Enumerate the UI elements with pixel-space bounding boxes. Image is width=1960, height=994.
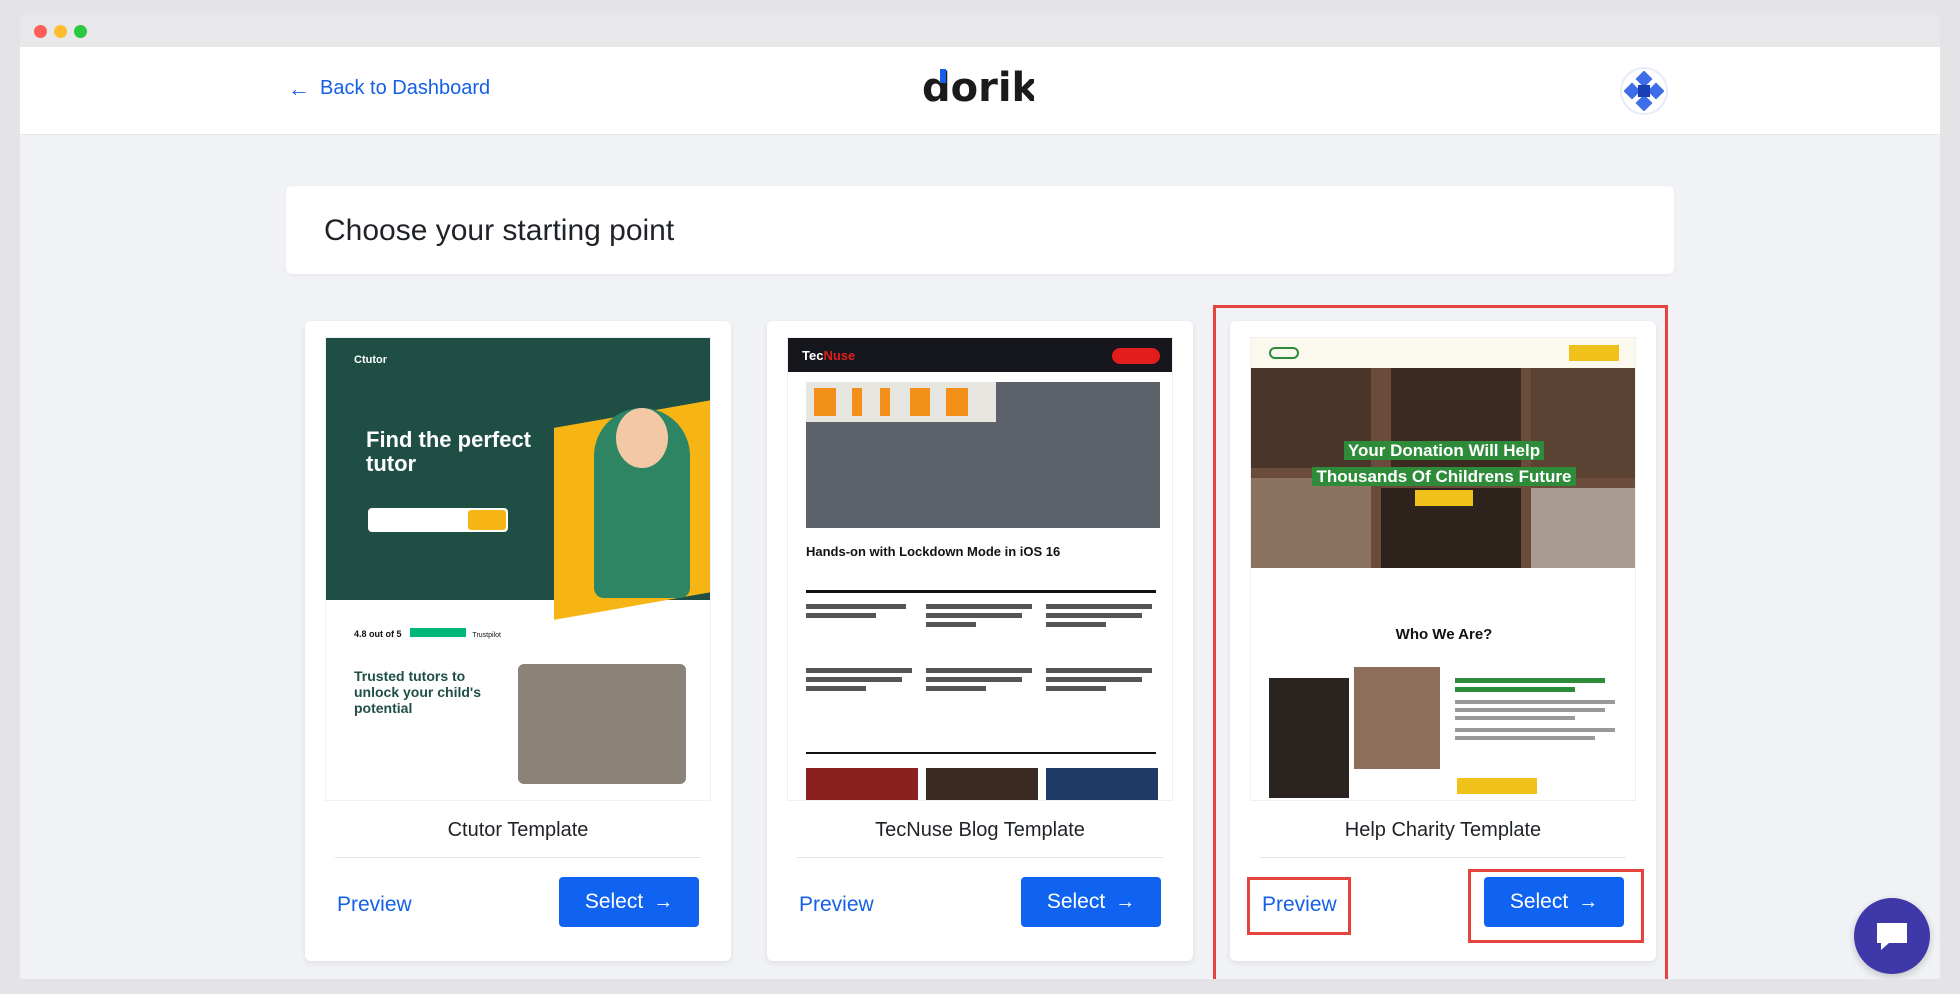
tecnuse-logo: TecNuse	[802, 348, 856, 363]
close-window-dot[interactable]	[34, 25, 47, 38]
arrow-right-icon: →	[653, 890, 674, 913]
card-divider	[1260, 857, 1626, 858]
page-title: Choose your starting point	[324, 214, 675, 247]
template-name: Help Charity Template	[1344, 819, 1542, 841]
ctutor-rating-text: 4.8 out of 5	[354, 629, 402, 639]
help-section-title: Who We Are?	[1395, 626, 1493, 643]
help-image-1	[1269, 678, 1349, 798]
tecnuse-latest-rule	[806, 752, 1156, 754]
page-heading-card: Choose your starting point	[286, 186, 1674, 274]
user-avatar[interactable]	[1620, 67, 1668, 115]
preview-link[interactable]: Preview	[799, 893, 874, 917]
star-rating-icon	[409, 628, 466, 638]
ctutor-brand: Ctutor	[354, 354, 387, 366]
help-donate-button	[1415, 490, 1473, 506]
select-button[interactable]: Select →	[559, 877, 699, 927]
tecnuse-section-rule	[806, 590, 1156, 593]
tecnuse-latest-image-1	[806, 768, 918, 800]
ctutor-subheadline: Trusted tutors to unlock your child's po…	[354, 668, 482, 716]
card-divider	[797, 857, 1163, 858]
ctutor-thumbnail[interactable]: Ctutor Find the perfect tutor 4.8 out of…	[325, 337, 711, 801]
arrow-left-icon: ←	[288, 75, 310, 101]
preview-link[interactable]: Preview	[337, 893, 412, 917]
ctutor-rating: 4.8 out of 5 Trustpilot	[354, 624, 514, 639]
tecnuse-article-1	[806, 604, 916, 644]
preview-link[interactable]: Preview	[1262, 893, 1337, 917]
template-card-ctutor: Ctutor Find the perfect tutor 4.8 out of…	[305, 321, 731, 961]
help-charity-thumbnail[interactable]: Your Donation Will Help Thousands Of Chi…	[1250, 337, 1636, 801]
card-divider	[335, 857, 701, 858]
select-button[interactable]: Select →	[1484, 877, 1624, 927]
ctutor-headline: Find the perfect tutor	[366, 427, 532, 476]
tecnuse-navbar: TecNuse	[788, 338, 1172, 372]
tecnuse-sign-letters	[814, 388, 968, 416]
help-image-2	[1351, 664, 1443, 772]
template-name: Ctutor Template	[447, 819, 589, 841]
maximize-window-dot[interactable]	[74, 25, 87, 38]
chat-support-button[interactable]	[1854, 898, 1930, 974]
tecnuse-latest-image-2	[926, 768, 1038, 800]
help-learn-more-button	[1457, 778, 1537, 794]
browser-window: ← Back to Dashboard dorik Choose your st…	[20, 15, 1940, 979]
tecnuse-hero-sign	[806, 382, 996, 422]
svg-text:dorik: dorik	[922, 65, 1034, 111]
dorik-logo-mark: dorik	[922, 65, 1040, 111]
help-donate-pill	[1569, 345, 1619, 361]
tecnuse-headline: Hands-on with Lockdown Mode in iOS 16	[806, 544, 1061, 559]
tecnuse-article-4	[806, 668, 916, 708]
back-link-label: Back to Dashboard	[320, 77, 491, 99]
ctutor-tutor-head	[616, 408, 668, 468]
tecnuse-article-5	[926, 668, 1036, 708]
arrow-right-icon: →	[1578, 890, 1599, 913]
tecnuse-subscribe-pill	[1112, 348, 1160, 364]
tecnuse-article-6	[1046, 668, 1156, 708]
arrow-right-icon: →	[1115, 890, 1136, 913]
ctutor-rating-source: Trustpilot	[472, 632, 501, 639]
tecnuse-thumbnail[interactable]: TecNuse Hands-on with Lockdown Mode in i…	[787, 337, 1173, 801]
template-card-tecnuse: TecNuse Hands-on with Lockdown Mode in i…	[767, 321, 1193, 961]
help-hero-headline: Your Donation Will Help Thousands Of Chi…	[1291, 438, 1597, 490]
select-button-label: Select	[584, 890, 644, 913]
help-logo-icon	[1269, 347, 1299, 359]
select-button-label: Select	[1509, 890, 1569, 913]
help-navbar	[1251, 338, 1635, 368]
help-about-text	[1455, 678, 1617, 744]
dorik-logo[interactable]: dorik	[922, 65, 1040, 122]
ctutor-subscribe-button	[468, 510, 506, 530]
top-navigation-bar: ← Back to Dashboard dorik	[20, 47, 1940, 135]
select-button[interactable]: Select →	[1021, 877, 1161, 927]
template-name: TecNuse Blog Template	[875, 819, 1085, 841]
back-to-dashboard-link[interactable]: ← Back to Dashboard	[288, 77, 490, 100]
tecnuse-article-2	[926, 604, 1036, 644]
minimize-window-dot[interactable]	[54, 25, 67, 38]
template-card-help-charity: Your Donation Will Help Thousands Of Chi…	[1230, 321, 1656, 961]
tecnuse-latest-image-3	[1046, 768, 1158, 800]
window-titlebar	[20, 15, 1940, 47]
avatar-pattern-icon	[1624, 71, 1664, 111]
chat-icon	[1877, 923, 1907, 950]
select-button-label: Select	[1046, 890, 1106, 913]
tecnuse-article-3	[1046, 604, 1156, 644]
ctutor-study-image	[518, 664, 686, 784]
